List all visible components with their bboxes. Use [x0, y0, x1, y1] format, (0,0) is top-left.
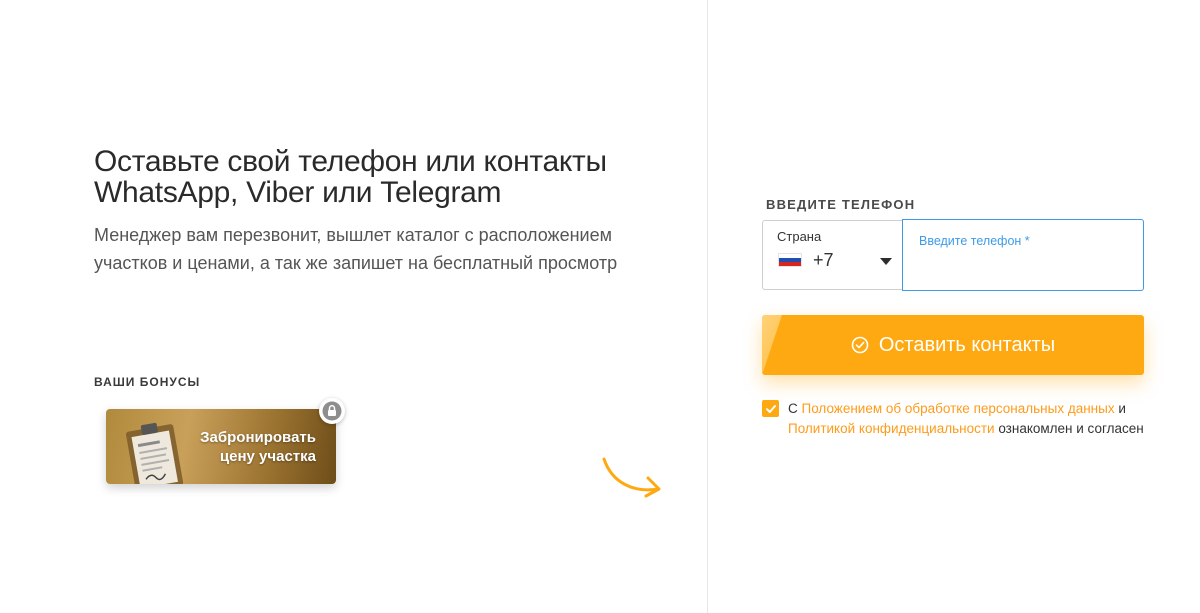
phone-form-label: ВВЕДИТЕ ТЕЛЕФОН	[766, 197, 916, 212]
lock-icon	[319, 398, 345, 424]
bonus-card[interactable]: Забронировать цену участка	[106, 409, 336, 484]
bonus-card-text: Забронировать цену участка	[176, 428, 316, 466]
consent-middle: и	[1114, 401, 1126, 416]
submit-contacts-label: Оставить контакты	[878, 333, 1056, 356]
privacy-policy-link[interactable]: Политикой конфиденциальности	[788, 421, 995, 436]
bonus-card-line1: Забронировать	[200, 429, 316, 446]
column-divider	[707, 0, 708, 613]
phone-input[interactable]: Введите телефон *	[902, 219, 1144, 291]
button-sheen	[762, 315, 782, 375]
consent-suffix: ознакомлен и согласен	[994, 421, 1144, 436]
check-circle-icon	[851, 336, 869, 354]
arrow-right-icon	[602, 457, 661, 498]
bonus-card-line2: цену участка	[219, 448, 316, 465]
russia-flag-icon	[778, 253, 802, 267]
privacy-regulation-link[interactable]: Положением об обработке персональных дан…	[802, 401, 1115, 416]
chevron-down-icon[interactable]	[880, 258, 892, 265]
page-subtitle: Менеджер вам перезвонит, вышлет каталог …	[94, 225, 618, 273]
consent-prefix: С	[788, 401, 802, 416]
checkmark-icon	[765, 404, 776, 413]
consent-text: С Положением об обработке персональных д…	[788, 399, 1158, 439]
country-select-caption: Страна	[777, 229, 822, 244]
bonuses-label: ВАШИ БОНУСЫ	[94, 375, 201, 389]
page-title: Оставьте свой телефон или контакты Whats…	[94, 145, 607, 209]
country-code: +7	[813, 250, 834, 270]
consent-checkbox[interactable]	[762, 400, 779, 417]
left-panel: Оставьте свой телефон или контакты Whats…	[94, 146, 654, 277]
submit-contacts-button[interactable]: Оставить контакты	[762, 315, 1144, 375]
phone-input-placeholder: Введите телефон *	[919, 234, 1030, 248]
country-select[interactable]: Страна +7	[762, 220, 902, 290]
